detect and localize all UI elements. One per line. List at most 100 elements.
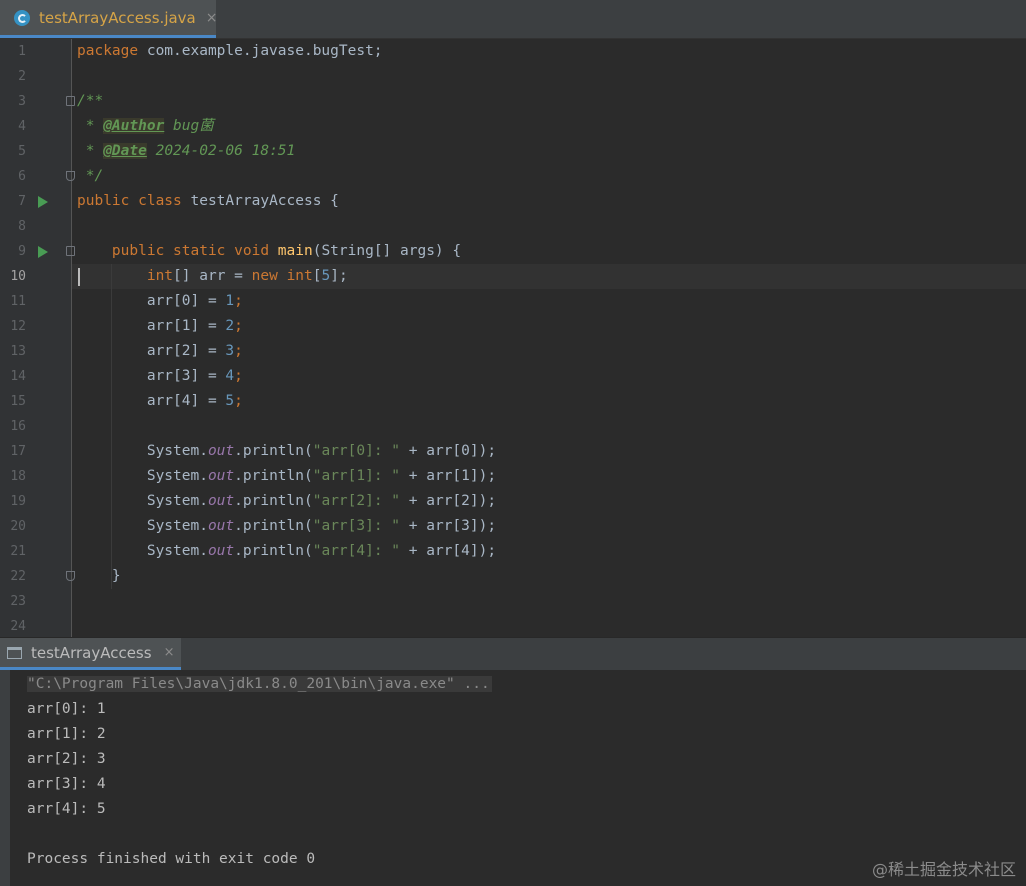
- code-line: 5 * @Date 2024-02-06 18:51: [0, 139, 1026, 164]
- keyword: new: [251, 268, 278, 284]
- editor-tab-title: testArrayAccess.java: [39, 8, 196, 27]
- code-line: 8: [0, 214, 1026, 239]
- line-number: 11: [10, 294, 26, 309]
- doc-comment: /**: [77, 93, 104, 109]
- method-params: (String[] args) {: [312, 243, 462, 259]
- code-text: System.: [146, 543, 208, 559]
- code-text: .println(: [234, 493, 313, 509]
- run-tab-testArrayAccess[interactable]: testArrayAccess ×: [0, 638, 181, 670]
- code-text: System.: [146, 468, 208, 484]
- code-text: System.: [146, 493, 208, 509]
- line-number: 14: [10, 369, 26, 384]
- line-number: 15: [10, 394, 26, 409]
- package-name: com.example.javase.bugTest;: [138, 43, 383, 59]
- doc-tag: @Author: [103, 118, 165, 134]
- line-number: 22: [10, 569, 26, 584]
- code-text: .println(: [234, 468, 313, 484]
- editor-tab-testArrayAccess[interactable]: testArrayAccess.java ×: [0, 0, 218, 38]
- line-number: 10: [10, 269, 26, 284]
- class-declaration: testArrayAccess {: [181, 193, 339, 209]
- code-line: 11 arr[0] = 1;: [0, 289, 1026, 314]
- doc-comment-value: 2024-02-06 18:51: [146, 143, 296, 159]
- console-toolbar-strip: [0, 670, 10, 886]
- code-text: arr[0] =: [146, 293, 226, 309]
- line-number: 7: [18, 194, 26, 209]
- code-line: 9 public static void main(String[] args)…: [0, 239, 1026, 264]
- string-literal: "arr[1]: ": [312, 468, 401, 484]
- line-number: 8: [18, 219, 26, 234]
- keyword: int: [286, 268, 313, 284]
- fold-end-icon[interactable]: [66, 571, 75, 581]
- console-icon: [7, 646, 22, 659]
- method-name: main: [277, 243, 313, 259]
- console-output-line: arr[2]: 3: [27, 751, 106, 767]
- line-number: 13: [10, 344, 26, 359]
- console-output-line: arr[3]: 4: [27, 776, 106, 792]
- line-number: 21: [10, 544, 26, 559]
- code-line: 7 public class testArrayAccess {: [0, 189, 1026, 214]
- number-literal: 2: [225, 318, 235, 334]
- semicolon: ;: [234, 368, 243, 384]
- run-main-icon[interactable]: [38, 246, 48, 258]
- static-field: out: [207, 518, 235, 534]
- fold-icon[interactable]: [66, 96, 75, 106]
- line-number: 16: [10, 419, 26, 434]
- number-literal: 4: [225, 368, 235, 384]
- number-literal: 3: [225, 343, 235, 359]
- code-line: 12 arr[1] = 2;: [0, 314, 1026, 339]
- keyword: public class: [77, 193, 182, 209]
- line-number: 18: [10, 469, 26, 484]
- code-line: 21 System.out.println("arr[4]: " + arr[4…: [0, 539, 1026, 564]
- code-text: [] arr =: [173, 268, 252, 284]
- code-line: 17 System.out.println("arr[0]: " + arr[0…: [0, 439, 1026, 464]
- doc-tag: @Date: [103, 143, 147, 159]
- fold-icon[interactable]: [66, 246, 75, 256]
- code-text: + arr[4]);: [400, 543, 497, 559]
- code-text: .println(: [234, 543, 313, 559]
- code-line: 2: [0, 64, 1026, 89]
- line-number: 24: [10, 619, 26, 634]
- line-number: 1: [18, 44, 26, 59]
- semicolon: ;: [234, 293, 243, 309]
- text-caret: [78, 268, 80, 286]
- code-text: arr[2] =: [146, 343, 226, 359]
- code-text: System.: [146, 518, 208, 534]
- keyword: int: [146, 268, 174, 284]
- string-literal: "arr[3]: ": [312, 518, 401, 534]
- line-number: 19: [10, 494, 26, 509]
- editor-tab-bar: testArrayAccess.java ×: [0, 0, 1026, 39]
- line-number: 3: [18, 94, 26, 109]
- code-text: arr[3] =: [146, 368, 226, 384]
- code-editor[interactable]: 1 package com.example.javase.bugTest; 2 …: [0, 39, 1026, 637]
- code-line: 20 System.out.println("arr[3]: " + arr[3…: [0, 514, 1026, 539]
- code-text: + arr[1]);: [400, 468, 497, 484]
- code-text: .println(: [234, 518, 313, 534]
- code-text: ];: [330, 268, 348, 284]
- close-icon[interactable]: ×: [164, 645, 175, 660]
- doc-comment-value: bug菌: [164, 118, 214, 134]
- console-output-line: arr[0]: 1: [27, 701, 106, 717]
- fold-end-icon[interactable]: [66, 171, 75, 181]
- string-literal: "arr[4]: ": [312, 543, 401, 559]
- number-literal: 5: [225, 393, 235, 409]
- line-number: 17: [10, 444, 26, 459]
- string-literal: "arr[2]: ": [312, 493, 401, 509]
- semicolon: ;: [234, 318, 243, 334]
- number-literal: 5: [321, 268, 331, 284]
- console-exit-message: Process finished with exit code 0: [27, 851, 316, 867]
- code-line: 1 package com.example.javase.bugTest;: [0, 39, 1026, 64]
- console-output-line: arr[4]: 5: [27, 801, 106, 817]
- close-icon[interactable]: ×: [206, 10, 218, 26]
- code-text: .println(: [234, 443, 313, 459]
- run-console[interactable]: "C:\Program Files\Java\jdk1.8.0_201\bin\…: [0, 670, 1026, 886]
- code-text: + arr[0]);: [400, 443, 497, 459]
- code-line: 14 arr[3] = 4;: [0, 364, 1026, 389]
- line-number: 5: [18, 144, 26, 159]
- java-class-icon: [14, 9, 30, 26]
- run-panel-header: testArrayAccess ×: [0, 637, 1026, 670]
- line-number: 12: [10, 319, 26, 334]
- console-command-line: "C:\Program Files\Java\jdk1.8.0_201\bin\…: [27, 672, 492, 697]
- run-tab-title: testArrayAccess: [31, 643, 152, 662]
- watermark: @稀土掘金技术社区: [871, 860, 1016, 879]
- run-class-icon[interactable]: [38, 196, 48, 208]
